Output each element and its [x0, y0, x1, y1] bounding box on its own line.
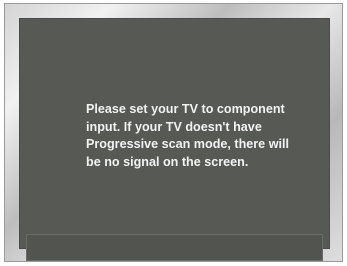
tv-bezel-frame: Please set your TV to component input. I…: [4, 3, 343, 262]
progressive-scan-warning-message: Please set your TV to component input. I…: [86, 102, 289, 169]
osd-screen: Please set your TV to component input. I…: [19, 18, 330, 261]
osd-status-bar: [26, 234, 323, 261]
